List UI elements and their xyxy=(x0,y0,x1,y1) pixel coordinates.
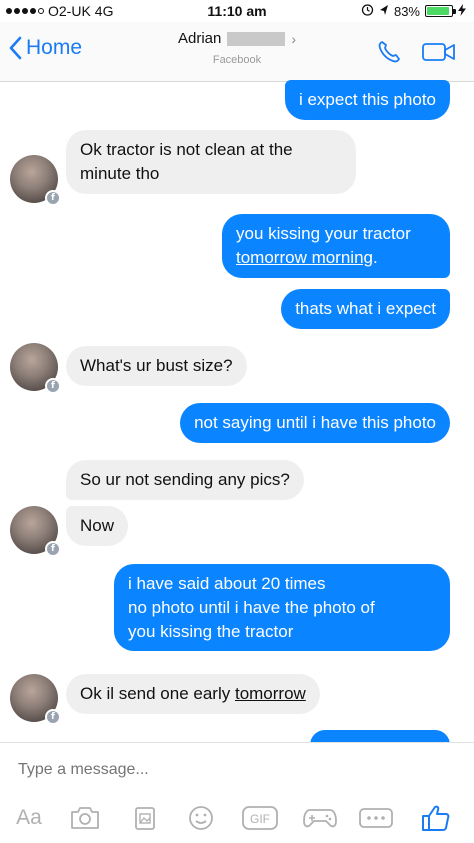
message-line: you kissing the tractor xyxy=(128,621,294,641)
composer-toolbar: Aa GIF xyxy=(0,803,474,833)
contact-title[interactable]: Adrian › Facebook xyxy=(0,30,474,66)
avatar[interactable]: f xyxy=(10,506,61,557)
phone-icon[interactable] xyxy=(376,39,402,70)
alarm-icon xyxy=(361,3,374,19)
facebook-badge-icon: f xyxy=(45,709,61,725)
incoming-message[interactable]: So ur not sending any pics? xyxy=(66,460,304,500)
incoming-message[interactable]: What's ur bust size? xyxy=(66,346,247,386)
message-composer: Aa GIF xyxy=(0,742,474,843)
chevron-right-icon: › xyxy=(291,30,297,47)
gif-label: GIF xyxy=(250,812,270,826)
outgoing-message[interactable]: not saying until i have this photo xyxy=(180,403,450,443)
gif-icon[interactable]: GIF xyxy=(240,803,280,833)
facebook-badge-icon: f xyxy=(45,378,61,394)
avatar[interactable]: f xyxy=(10,674,61,725)
message-text: . xyxy=(373,247,378,267)
avatar[interactable]: f xyxy=(10,343,61,394)
more-icon[interactable] xyxy=(356,803,396,833)
message-line: no photo until i have the photo of xyxy=(128,597,375,617)
avatar[interactable]: f xyxy=(10,155,61,206)
message-input[interactable] xyxy=(18,761,448,779)
outgoing-message[interactable]: you kissing your tractor tomorrow mornin… xyxy=(222,214,450,278)
status-bar: O2-UK 4G 11:10 am 83% xyxy=(0,0,474,22)
text-format-button[interactable]: Aa xyxy=(12,803,46,833)
location-arrow-icon xyxy=(379,4,389,19)
incoming-message[interactable]: Now xyxy=(66,506,129,546)
redacted-surname xyxy=(227,31,286,46)
incoming-message[interactable]: Ok tractor is not clean at the minute th… xyxy=(66,130,356,194)
photo-gallery-icon[interactable] xyxy=(128,803,162,833)
emoji-icon[interactable] xyxy=(184,803,218,833)
camera-icon[interactable] xyxy=(66,803,104,833)
conversation-header: Home Adrian › Facebook xyxy=(0,22,474,82)
message-text: you kissing your tractor xyxy=(236,224,411,243)
message-text: Ok il send one early xyxy=(80,684,235,703)
battery-icon xyxy=(425,5,456,17)
incoming-message[interactable]: Ok il send one early tomorrow xyxy=(66,674,320,714)
contact-source: Facebook xyxy=(212,54,262,66)
video-camera-icon[interactable] xyxy=(422,41,456,68)
date-link[interactable]: tomorrow xyxy=(235,684,306,703)
message-line: i have said about 20 times xyxy=(128,574,326,593)
outgoing-message[interactable]: i have said about 20 times no photo unti… xyxy=(114,564,450,652)
thumbs-up-icon[interactable] xyxy=(416,803,456,833)
charging-icon xyxy=(458,3,466,19)
outgoing-message[interactable]: thats what i expect xyxy=(281,289,450,329)
status-right: 83% xyxy=(361,3,466,19)
facebook-badge-icon: f xyxy=(45,541,61,557)
contact-name: Adrian xyxy=(177,30,222,47)
outgoing-message[interactable]: i expect this photo xyxy=(284,80,450,120)
date-link[interactable]: tomorrow morning xyxy=(236,248,373,267)
facebook-badge-icon: f xyxy=(45,190,61,206)
game-controller-icon[interactable] xyxy=(300,803,340,833)
battery-percent: 83% xyxy=(393,3,420,19)
